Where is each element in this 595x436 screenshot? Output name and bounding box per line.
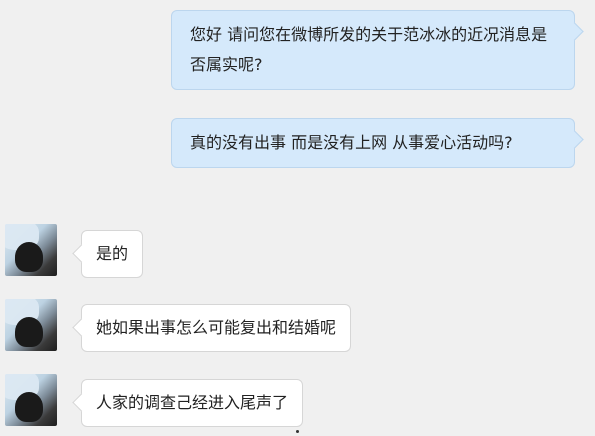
message-text: 人家的调查己经进入尾声了 xyxy=(96,393,289,412)
avatar-image xyxy=(15,392,43,422)
contact-avatar[interactable] xyxy=(5,299,57,351)
message-text: 真的没有出事 而是没有上网 从事爱心活动吗? xyxy=(190,133,513,152)
message-text: 是的 xyxy=(96,244,129,263)
chat-window: 您好 请问您在微博所发的关于范冰冰的近况消息是否属实呢? 真的没有出事 而是没有… xyxy=(0,0,595,436)
message-text: 您好 请问您在微博所发的关于范冰冰的近况消息是否属实呢? xyxy=(190,25,548,74)
outgoing-message-bubble[interactable]: 您好 请问您在微博所发的关于范冰冰的近况消息是否属实呢? xyxy=(171,10,575,90)
message-text: 她如果出事怎么可能复出和结婚呢 xyxy=(96,318,337,337)
contact-avatar[interactable] xyxy=(5,374,57,426)
outgoing-message-bubble[interactable]: 真的没有出事 而是没有上网 从事爱心活动吗? xyxy=(171,118,575,168)
contact-avatar[interactable] xyxy=(5,224,57,276)
avatar-image xyxy=(15,317,43,347)
avatar-image xyxy=(15,242,43,272)
incoming-message-bubble[interactable]: 是的 xyxy=(81,230,144,278)
incoming-message-bubble[interactable]: 人家的调查己经进入尾声了 xyxy=(81,379,304,427)
incoming-message-bubble[interactable]: 她如果出事怎么可能复出和结婚呢 xyxy=(81,304,352,352)
cursor-dot xyxy=(296,430,299,433)
